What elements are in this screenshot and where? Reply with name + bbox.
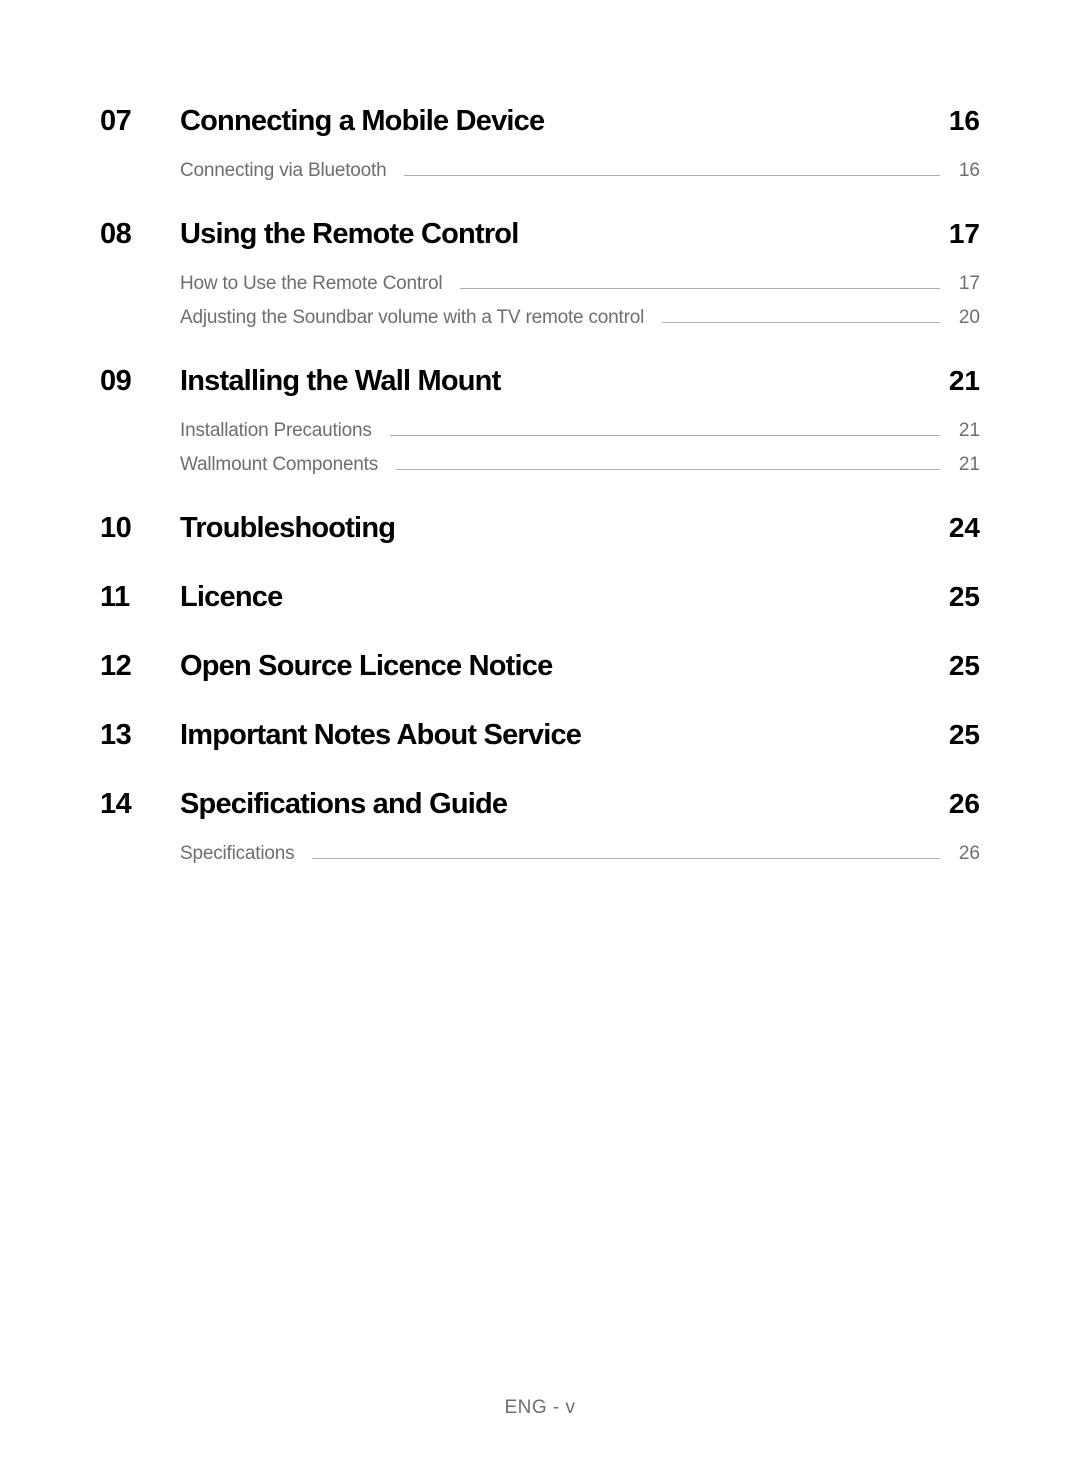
sub-section-title: How to Use the Remote Control (180, 273, 442, 295)
toc-section: 13Important Notes About Service25 (100, 719, 980, 752)
toc-sub-row[interactable]: Adjusting the Soundbar volume with a TV … (100, 307, 980, 329)
toc-sub-row[interactable]: Wallmount Components 21 (100, 454, 980, 476)
toc-section-row[interactable]: 09Installing the Wall Mount21 (100, 365, 980, 398)
sub-section-page-number: 17 (952, 273, 980, 295)
section-page-number: 25 (940, 581, 980, 613)
leader-line (312, 858, 940, 859)
toc-section-row[interactable]: 11Licence25 (100, 581, 980, 614)
section-title: Installing the Wall Mount (180, 365, 940, 398)
section-page-number: 26 (940, 788, 980, 820)
section-page-number: 25 (940, 719, 980, 751)
section-page-number: 21 (940, 365, 980, 397)
section-title: Licence (180, 581, 940, 614)
sub-section-page-number: 21 (952, 420, 980, 442)
sub-section-title: Wallmount Components (180, 454, 378, 476)
section-title: Open Source Licence Notice (180, 650, 940, 683)
toc-section-row[interactable]: 07Connecting a Mobile Device16 (100, 105, 980, 138)
leader-line (662, 322, 940, 323)
toc-sub-row[interactable]: Connecting via Bluetooth 16 (100, 160, 980, 182)
sub-section-title: Connecting via Bluetooth (180, 160, 386, 182)
leader-line (396, 469, 940, 470)
section-number: 12 (100, 650, 180, 683)
toc-sub-row[interactable]: How to Use the Remote Control 17 (100, 273, 980, 295)
leader-line (390, 435, 940, 436)
toc-section-row[interactable]: 10Troubleshooting24 (100, 512, 980, 545)
section-number: 09 (100, 365, 180, 398)
toc-section: 07Connecting a Mobile Device16Connecting… (100, 105, 980, 182)
toc-section-row[interactable]: 08Using the Remote Control17 (100, 218, 980, 251)
section-title: Troubleshooting (180, 512, 940, 545)
section-title: Using the Remote Control (180, 218, 940, 251)
section-title: Connecting a Mobile Device (180, 105, 940, 138)
page-content: 07Connecting a Mobile Device16Connecting… (0, 0, 1080, 865)
section-title: Important Notes About Service (180, 719, 940, 752)
toc-section: 08Using the Remote Control17How to Use t… (100, 218, 980, 329)
section-number: 13 (100, 719, 180, 752)
toc-section-row[interactable]: 14Specifications and Guide26 (100, 788, 980, 821)
table-of-contents: 07Connecting a Mobile Device16Connecting… (100, 105, 980, 865)
sub-section-page-number: 16 (952, 160, 980, 182)
toc-sub-row[interactable]: Installation Precautions 21 (100, 420, 980, 442)
sub-section-page-number: 26 (952, 843, 980, 865)
sub-section-title: Adjusting the Soundbar volume with a TV … (180, 307, 644, 329)
leader-line (404, 175, 940, 176)
section-number: 14 (100, 788, 180, 821)
toc-section: 12Open Source Licence Notice25 (100, 650, 980, 683)
section-page-number: 25 (940, 650, 980, 682)
toc-section: 11Licence25 (100, 581, 980, 614)
section-number: 08 (100, 218, 180, 251)
section-page-number: 17 (940, 218, 980, 250)
section-title: Specifications and Guide (180, 788, 940, 821)
sub-section-page-number: 20 (952, 307, 980, 329)
toc-section-row[interactable]: 13Important Notes About Service25 (100, 719, 980, 752)
sub-section-page-number: 21 (952, 454, 980, 476)
sub-section-title: Installation Precautions (180, 420, 372, 442)
section-number: 11 (100, 581, 180, 614)
section-page-number: 16 (940, 105, 980, 137)
toc-section: 14Specifications and Guide26Specificatio… (100, 788, 980, 865)
toc-section: 10Troubleshooting24 (100, 512, 980, 545)
toc-section-row[interactable]: 12Open Source Licence Notice25 (100, 650, 980, 683)
toc-section: 09Installing the Wall Mount21Installatio… (100, 365, 980, 476)
toc-sub-row[interactable]: Specifications 26 (100, 843, 980, 865)
section-number: 10 (100, 512, 180, 545)
section-page-number: 24 (940, 512, 980, 544)
leader-line (460, 288, 940, 289)
sub-section-title: Specifications (180, 843, 294, 865)
section-number: 07 (100, 105, 180, 138)
page-footer: ENG - v (0, 1397, 1080, 1419)
